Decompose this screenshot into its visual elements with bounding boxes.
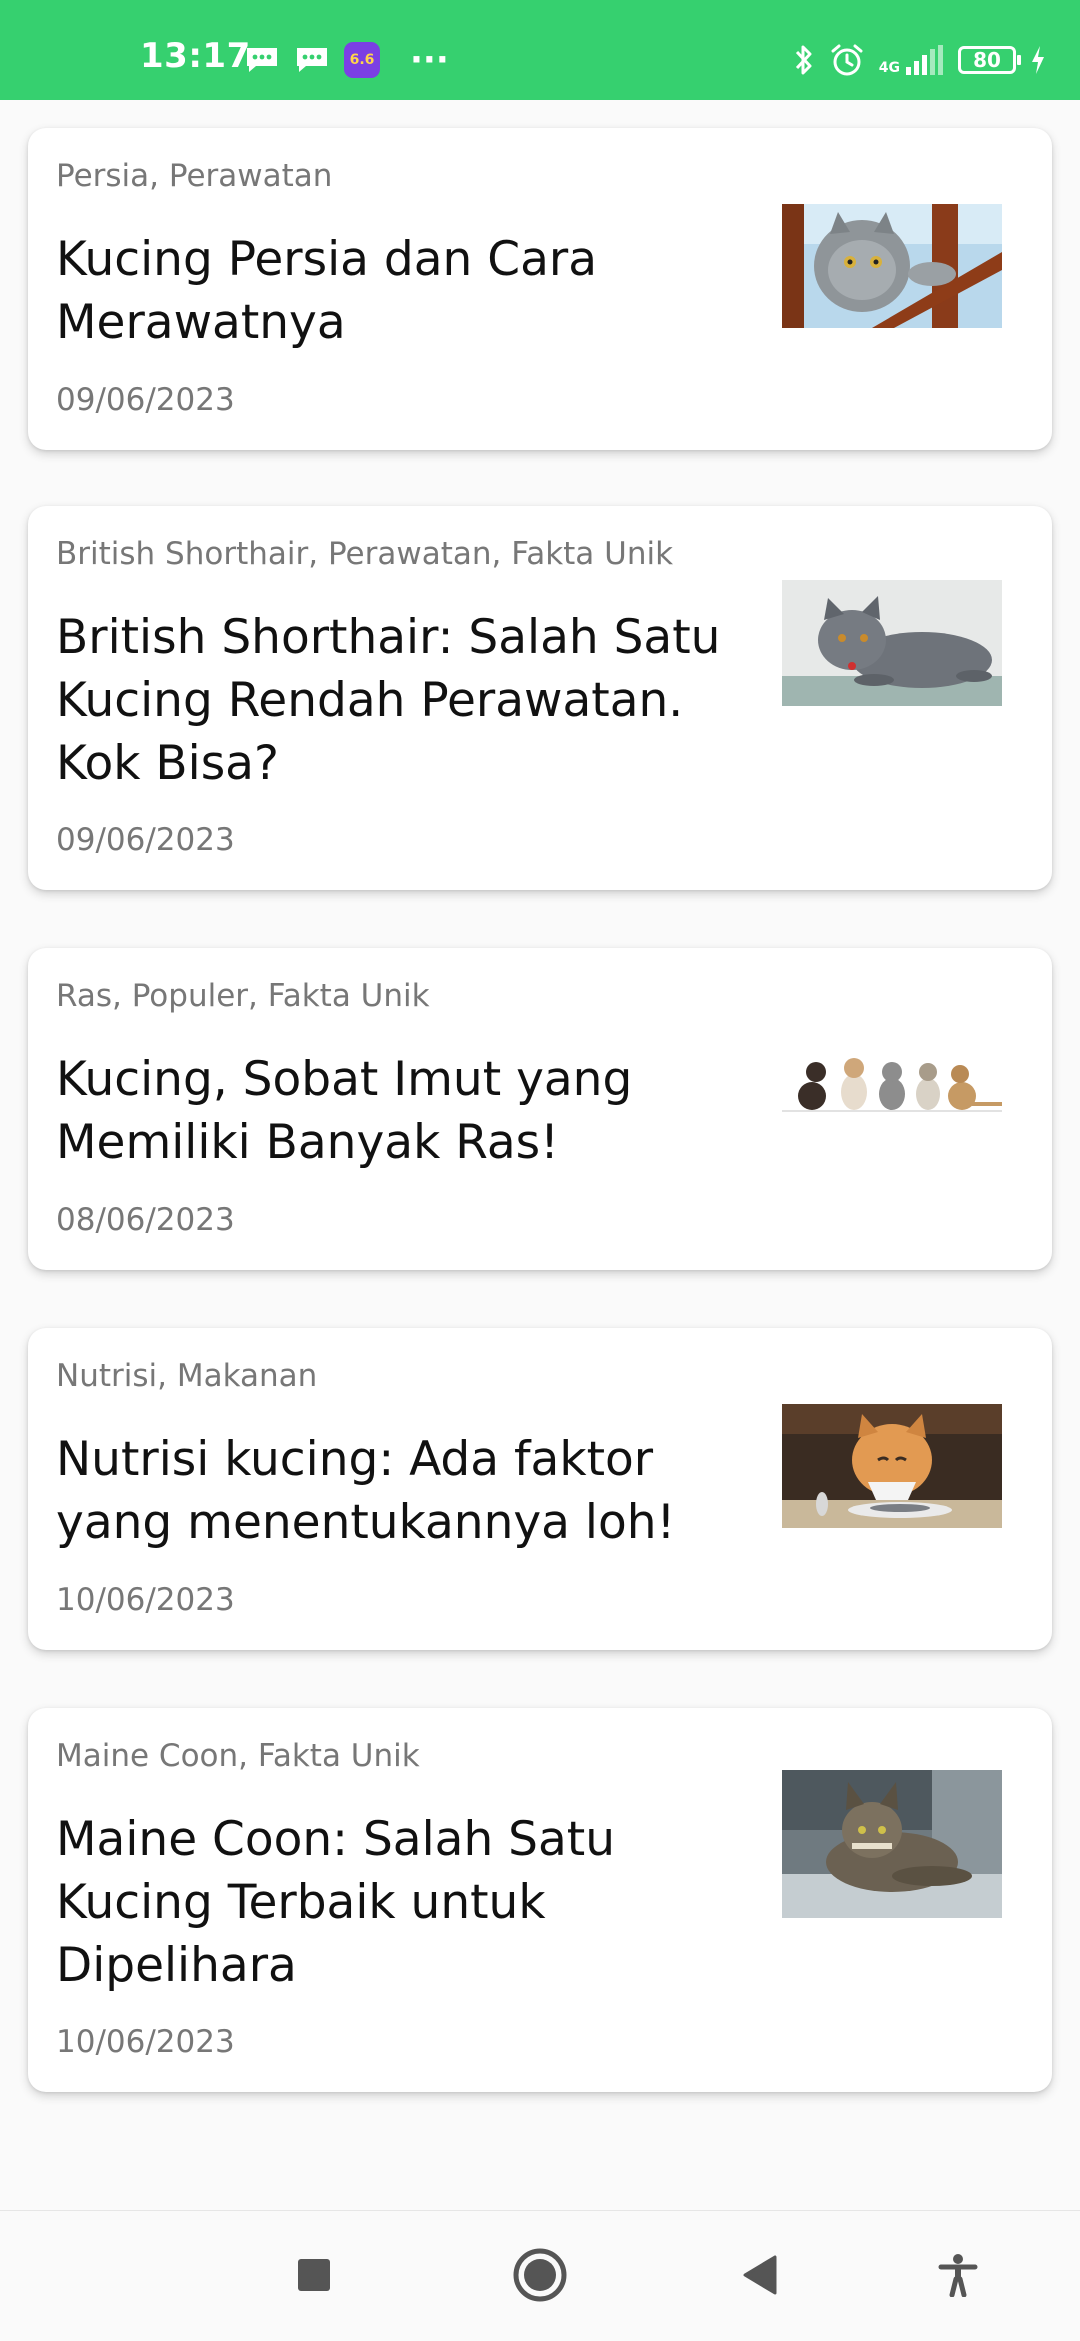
network-indicator: 4G <box>879 45 944 75</box>
cat-with-plate-photo <box>782 1404 1002 1528</box>
article-card[interactable]: Nutrisi, Makanan Nutrisi kucing: Ada fak… <box>28 1328 1052 1650</box>
article-date: 10/06/2023 <box>56 1582 235 1618</box>
back-triangle-icon <box>743 2255 777 2295</box>
message-icon <box>247 48 277 72</box>
article-date: 09/06/2023 <box>56 382 235 418</box>
system-icons: 4G 80 <box>793 42 1046 78</box>
article-title: Maine Coon: Salah Satu Kucing Terbaik un… <box>56 1812 616 1993</box>
grey-persian-cat-photo <box>782 204 1002 328</box>
status-time: 13:17 <box>140 36 251 76</box>
recents-square-icon <box>298 2259 330 2291</box>
recents-button[interactable] <box>282 2243 346 2307</box>
system-nav-bar <box>0 2210 1080 2341</box>
accessibility-icon <box>938 2254 978 2297</box>
alarm-icon <box>831 44 863 76</box>
status-bar: 13:17 6.6 ··· 4G 80 <box>0 0 1080 100</box>
article-card[interactable]: Persia, Perawatan Kucing Persia dan Cara… <box>28 128 1052 450</box>
notification-icons: 6.6 ··· <box>244 42 449 78</box>
article-tags: Nutrisi, Makanan <box>56 1358 318 1394</box>
back-button[interactable] <box>728 2243 792 2307</box>
article-tags: British Shorthair, Perawatan, Fakta Unik <box>56 536 674 572</box>
article-thumbnail <box>782 1770 1002 1918</box>
article-card[interactable]: British Shorthair, Perawatan, Fakta Unik… <box>28 506 1052 890</box>
british-shorthair-photo <box>782 580 1002 706</box>
article-title: British Shorthair: Salah Satu Kucing Ren… <box>56 610 721 791</box>
signal-icon <box>906 45 943 75</box>
article-thumbnail <box>782 204 1002 328</box>
accessibility-button[interactable] <box>926 2243 990 2307</box>
row-of-cats-photo <box>782 1052 1002 1118</box>
article-date: 08/06/2023 <box>56 1202 235 1238</box>
article-title: Kucing, Sobat Imut yang Memiliki Banyak … <box>56 1052 633 1170</box>
charging-icon <box>1032 46 1044 74</box>
home-circle-icon <box>513 2248 567 2302</box>
article-tags: Ras, Populer, Fakta Unik <box>56 978 430 1014</box>
home-button[interactable] <box>508 2243 572 2307</box>
article-title: Nutrisi kucing: Ada faktor yang menentuk… <box>56 1432 676 1550</box>
article-thumbnail <box>782 580 1002 706</box>
article-tags: Maine Coon, Fakta Unik <box>56 1738 420 1774</box>
article-date: 09/06/2023 <box>56 822 235 858</box>
more-notifications-icon: ··· <box>410 40 449 80</box>
shopping-app-icon: 6.6 <box>344 42 380 78</box>
battery-icon: 80 <box>958 46 1021 74</box>
article-title: Kucing Persia dan Cara Merawatnya <box>56 232 598 350</box>
article-tags: Persia, Perawatan <box>56 158 333 194</box>
article-thumbnail <box>782 1052 1002 1118</box>
article-card[interactable]: Ras, Populer, Fakta Unik Kucing, Sobat I… <box>28 948 1052 1270</box>
article-thumbnail <box>782 1404 1002 1528</box>
bluetooth-icon <box>795 45 812 75</box>
sms-icon <box>297 48 327 72</box>
network-type: 4G <box>878 60 900 76</box>
article-card[interactable]: Maine Coon, Fakta Unik Maine Coon: Salah… <box>28 1708 1052 2092</box>
maine-coon-photo <box>782 1770 1002 1918</box>
article-date: 10/06/2023 <box>56 2024 235 2060</box>
